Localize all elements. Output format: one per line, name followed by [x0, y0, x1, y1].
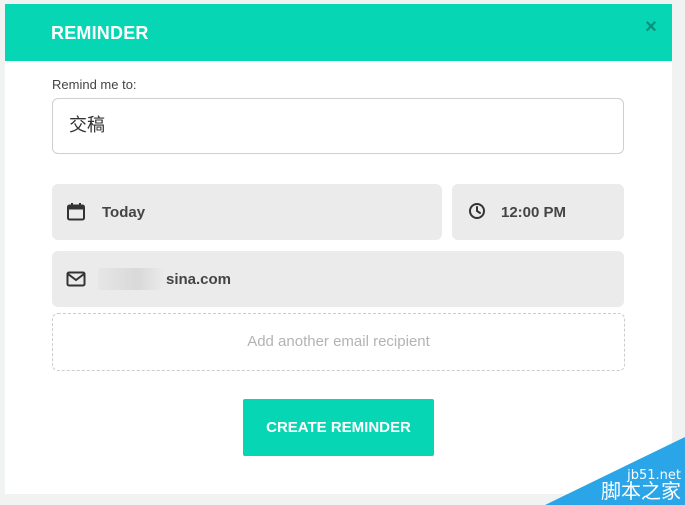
add-recipient-button[interactable]: Add another email recipient: [52, 313, 625, 371]
reminder-dialog: REMINDER × Remind me to: 交稿 Today 12:00 …: [5, 4, 672, 494]
email-field[interactable]: sina.com: [52, 251, 624, 307]
redacted-email-prefix: [98, 268, 164, 290]
email-value: sina.com: [166, 271, 232, 288]
remind-label: Remind me to:: [52, 77, 137, 92]
remind-input[interactable]: 交稿: [52, 98, 624, 154]
time-field[interactable]: 12:00 PM: [452, 184, 624, 240]
close-icon[interactable]: ×: [642, 17, 660, 37]
dialog-header: REMINDER ×: [5, 4, 672, 61]
calendar-icon: [66, 202, 86, 227]
date-value: Today: [102, 204, 146, 221]
dialog-title: REMINDER: [51, 23, 149, 43]
time-value: 12:00 PM: [501, 204, 567, 221]
watermark-name: 脚本之家: [601, 479, 681, 503]
create-reminder-button[interactable]: CREATE REMINDER: [243, 399, 434, 456]
date-field[interactable]: Today: [52, 184, 442, 240]
mail-icon: [66, 269, 86, 294]
clock-icon: [468, 202, 486, 225]
